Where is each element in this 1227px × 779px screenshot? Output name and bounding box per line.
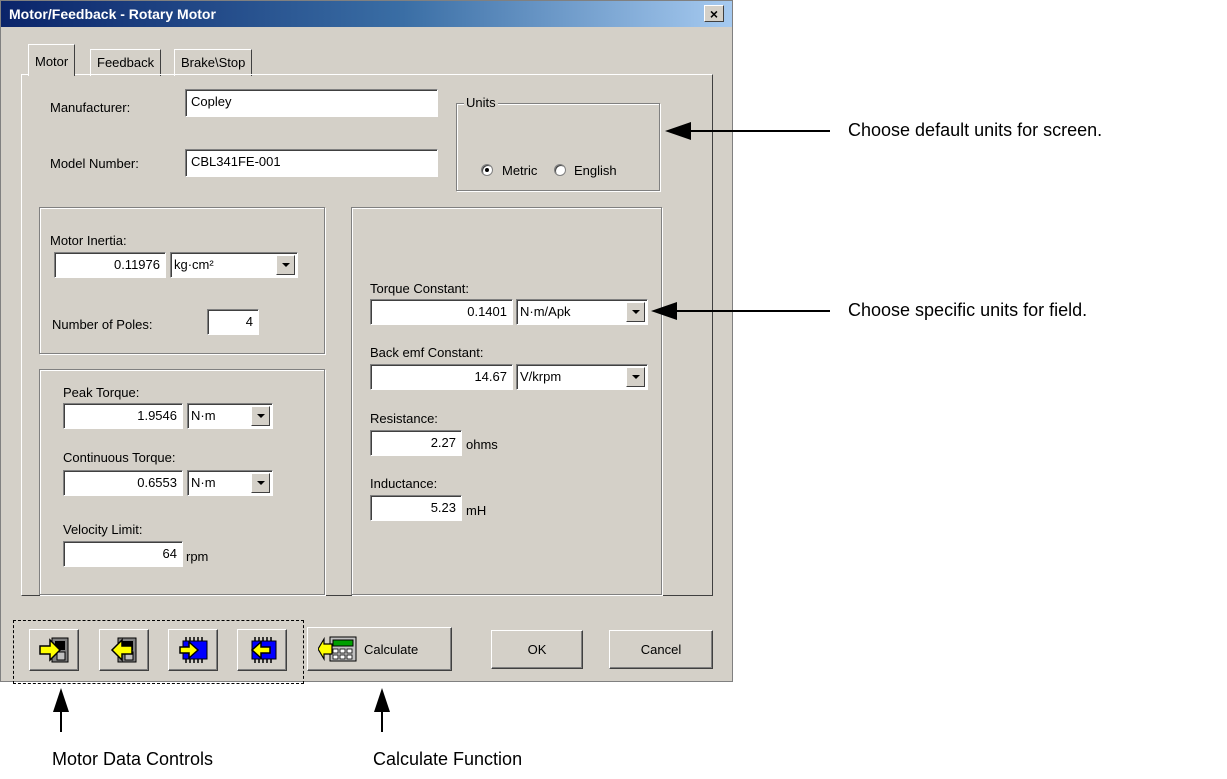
motor-inertia-label: Motor Inertia: [50,233,127,248]
resistance-unit: ohms [466,437,498,452]
peak-torque-unit-value: N·m [191,408,216,423]
continuous-torque-field[interactable]: 0.6553 [63,470,183,496]
resistance-label: Resistance: [370,411,438,426]
arrow-left-icon [665,122,691,140]
cancel-button[interactable]: Cancel [609,630,713,669]
annotation-line [690,130,830,132]
arrow-up-icon [374,688,390,712]
annotation-motor-data-controls: Motor Data Controls [52,749,214,769]
tab-motor[interactable]: Motor [28,44,76,76]
inductance-label: Inductance: [370,476,438,491]
model-number-label: Model Number: [50,156,139,171]
dialog-window: Motor/Feedback - Rotary Motor × Motor Fe… [0,0,733,682]
annotation-specific-units: Choose specific units for field. [848,300,1088,320]
continuous-torque-label: Continuous Torque: [63,450,176,465]
back-emf-unit-value: V/krpm [520,369,562,384]
back-emf-label: Back emf Constant: [370,345,484,360]
number-of-poles-label: Number of Poles: [52,317,153,332]
velocity-limit-label: Velocity Limit: [63,522,143,537]
peak-torque-field[interactable]: 1.9546 [63,403,183,429]
calculate-button-label: Calculate [364,641,419,657]
model-number-field[interactable]: CBL341FE-001 [185,149,438,177]
dropdown-button[interactable] [626,302,645,322]
velocity-limit-field[interactable]: 64 [63,541,183,567]
resistance-field[interactable]: 2.27 [370,430,462,456]
metric-label: Metric [502,163,538,178]
torque-constant-unit-value: N·m/Apk [520,304,571,319]
motor-data-controls-outline [13,620,304,684]
annotation-line [381,710,383,732]
arrow-up-icon [53,688,69,712]
peak-torque-label: Peak Torque: [63,385,140,400]
inductance-field[interactable]: 5.23 [370,495,462,521]
peak-torque-unit-select[interactable]: N·m [187,403,273,429]
chevron-down-icon [256,481,265,485]
units-group [456,103,660,191]
dropdown-button[interactable] [276,255,295,275]
velocity-limit-unit: rpm [186,549,209,564]
chevron-down-icon [281,263,290,267]
dropdown-button[interactable] [251,473,270,493]
chevron-down-icon [256,414,265,418]
calculator-icon [318,636,357,662]
title-bar[interactable]: Motor/Feedback - Rotary Motor × [1,1,732,27]
chevron-down-icon [631,310,640,314]
annotation-calculate-function: Calculate Function [373,749,523,769]
back-emf-unit-select[interactable]: V/krpm [516,364,648,390]
motor-inertia-field[interactable]: 0.11976 [54,252,166,278]
window-title: Motor/Feedback - Rotary Motor [9,6,216,22]
close-icon: × [709,5,719,22]
tab-brake-stop-label: Brake\Stop [181,55,246,70]
electrical-group [351,207,662,595]
inductance-unit: mH [466,503,487,518]
calculate-button[interactable]: Calculate [307,627,452,671]
motor-inertia-unit-value: kg·cm² [174,257,214,272]
metric-radio[interactable] [481,164,493,176]
ok-button[interactable]: OK [491,630,583,669]
annotation-default-units: Choose default units for screen. [848,120,1103,140]
arrow-left-icon [651,302,677,320]
radio-selected-dot [485,168,489,172]
manufacturer-label: Manufacturer: [50,100,131,115]
continuous-torque-unit-select[interactable]: N·m [187,470,273,496]
units-legend: Units [464,95,498,110]
cancel-button-label: Cancel [640,642,682,657]
number-of-poles-field[interactable]: 4 [207,309,259,335]
english-radio[interactable] [554,164,566,176]
motor-inertia-unit-select[interactable]: kg·cm² [170,252,298,278]
back-emf-field[interactable]: 14.67 [370,364,513,390]
chevron-down-icon [631,375,640,379]
tab-feedback[interactable]: Feedback [90,49,162,76]
tab-motor-label: Motor [35,54,69,69]
torque-constant-label: Torque Constant: [370,281,470,296]
annotation-line [676,310,830,312]
dropdown-button[interactable] [626,367,645,387]
torque-constant-unit-select[interactable]: N·m/Apk [516,299,648,325]
english-label: English [574,163,617,178]
tab-feedback-label: Feedback [97,55,155,70]
close-button[interactable]: × [704,5,724,22]
continuous-torque-unit-value: N·m [191,475,216,490]
ok-button-label: OK [527,642,547,657]
tab-brake-stop[interactable]: Brake\Stop [174,49,253,76]
annotation-line [60,710,62,732]
dropdown-button[interactable] [251,406,270,426]
torque-constant-field[interactable]: 0.1401 [370,299,513,325]
manufacturer-field[interactable]: Copley [185,89,438,117]
